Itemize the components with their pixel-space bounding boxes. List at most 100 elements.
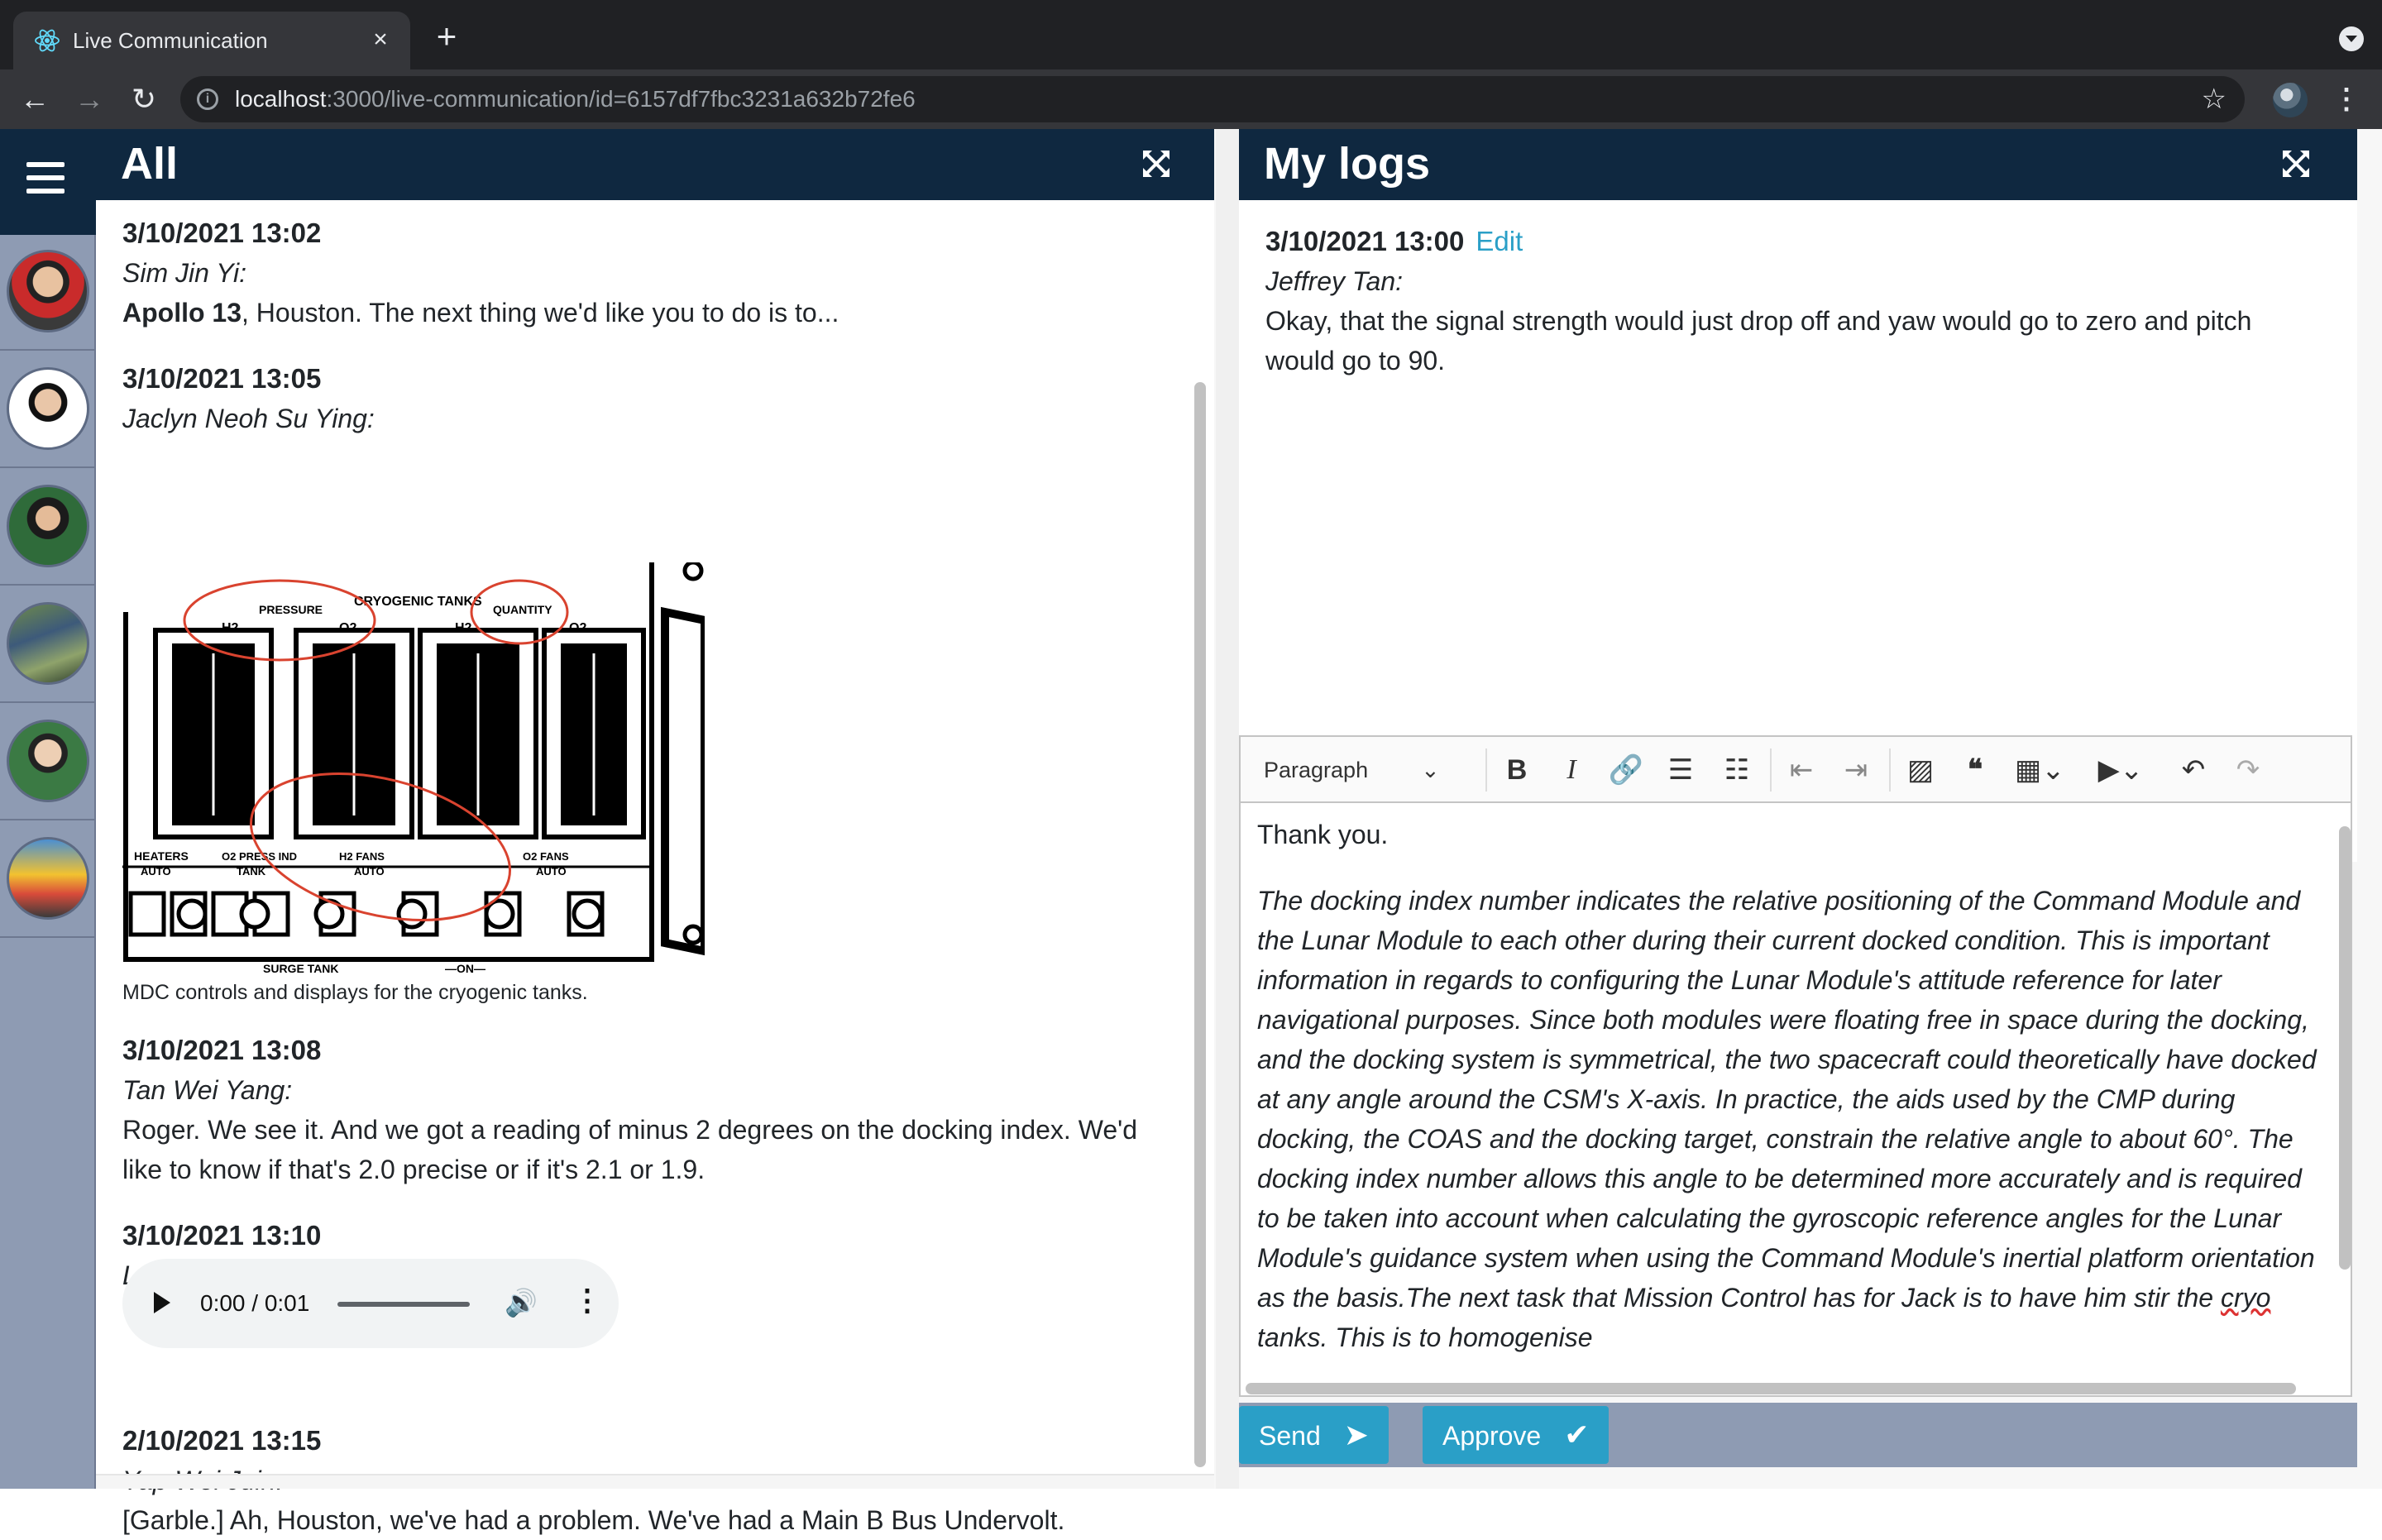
figure-label: TANK [237,865,266,878]
message-time: 3/10/2021 13:05 [122,363,322,394]
sidebar-user-6[interactable] [0,822,96,938]
browser-tab[interactable]: Live Communication × [13,12,410,69]
figure-label: H2 [222,621,239,635]
play-icon[interactable] [154,1292,170,1313]
more-vert-icon[interactable]: ⋮ [572,1284,602,1317]
message-item: 3/10/2021 13:05 Jaclyn Neoh Su Ying: [122,359,1181,438]
my-logs-panel-header: My logs [1239,129,2357,200]
indent-icon[interactable]: ⇥ [1838,753,1874,787]
figure-label: O2 [569,621,586,635]
back-arrow-icon[interactable]: ← [15,79,55,119]
message-body: Roger. We see it. And we got a reading o… [122,1115,1138,1184]
info-icon[interactable]: i [197,88,218,110]
redo-icon[interactable]: ↷ [2230,753,2266,787]
avatar [7,602,89,685]
close-icon[interactable]: × [366,25,395,55]
audio-seek-bar[interactable] [337,1302,470,1307]
plus-icon[interactable]: + [430,19,463,54]
panel-footer-strip [96,1474,1214,1489]
browser-tab-bar: Live Communication × + [0,0,2382,69]
cryogenic-tanks-image[interactable]: CRYOGENIC TANKS PRESSURE QUANTITY H2 O2 … [122,560,709,976]
profile-avatar[interactable] [2273,83,2308,117]
editor-paragraph: Thank you. [1257,820,1389,849]
figure-label: AUTO [354,865,385,878]
scrollbar[interactable] [2339,826,2351,1270]
message-time: 3/10/2021 13:08 [122,1035,322,1065]
log-body: Okay, that the signal strength would jus… [1265,306,2252,375]
tab-search-icon[interactable] [2339,26,2364,51]
figure-label: AUTO [141,865,171,878]
all-panel-header: All [96,129,1214,200]
address-bar[interactable]: i localhost:3000/live-communication/id=6… [180,76,2245,122]
reload-icon[interactable]: ↻ [124,79,164,119]
image-icon[interactable]: ▨ [1902,753,1939,787]
message-time: 2/10/2021 13:15 [122,1425,322,1456]
message-body: [Garble.] Ah, Houston, we've had a probl… [122,1505,1065,1535]
url-text: localhost:3000/live-communication/id=615… [235,86,916,112]
message-author: Jaclyn Neoh Su Ying: [122,404,375,433]
message-author: Tan Wei Yang: [122,1075,293,1105]
scrollbar[interactable] [1194,382,1206,1467]
quote-icon[interactable]: ❝ [1957,753,1993,787]
outdent-icon[interactable]: ⇤ [1783,753,1820,787]
message-time: 3/10/2021 13:10 [122,1220,322,1251]
message-item: 3/10/2021 13:02 Sim Jin Yi: Apollo 13, H… [122,213,1181,332]
editor-content[interactable]: Thank you. The docking index number indi… [1257,815,2324,1377]
rich-text-editor: Paragraph ⌄ B I 🔗 ☰ ☷ ⇤ ⇥ ▨ ❝ ▦⌄ ▶⌄ ↶ ↷ T… [1239,735,2352,1397]
undo-icon[interactable]: ↶ [2175,753,2212,787]
italic-icon[interactable]: I [1553,753,1590,787]
message-item: 3/10/2021 13:08 Tan Wei Yang: Roger. We … [122,1031,1181,1189]
figure-label: O2 PRESS IND [222,850,297,863]
log-time-row: 3/10/2021 13:00 Edit [1265,222,2324,261]
sidebar-user-4[interactable] [0,587,96,703]
more-vert-icon[interactable]: ⋮ [2332,83,2360,116]
app: All 3/10/2021 13:02 Sim Jin Yi: Apollo 1… [0,129,2382,1535]
approve-button[interactable]: Approve ✔ [1423,1406,1610,1464]
figure-label: PRESSURE [259,603,323,616]
bulleted-list-icon[interactable]: ☰ [1662,753,1699,787]
editor-paragraph: The docking index number indicates the r… [1257,886,2317,1352]
hamburger-icon[interactable] [0,129,96,235]
send-icon: ➤ [1343,1418,1369,1452]
volume-icon[interactable]: 🔊 [505,1287,538,1318]
all-messages-panel: 3/10/2021 13:02 Sim Jin Yi: Apollo 13, H… [96,200,1214,1535]
editor-actions: Send ➤ Approve ✔ [1239,1403,2357,1467]
sidebar [0,129,96,1489]
figure-label: —ON— [445,962,485,975]
star-icon[interactable]: ☆ [2202,84,2227,114]
link-icon[interactable]: 🔗 [1608,753,1644,787]
tab-title: Live Communication [73,28,268,53]
message-body: Apollo 13, Houston. The next thing we'd … [122,298,839,328]
bold-icon[interactable]: B [1499,753,1535,787]
edit-link[interactable]: Edit [1476,226,1523,256]
sidebar-user-1[interactable] [0,235,96,351]
audio-player[interactable]: 0:00 / 0:01 🔊 ⋮ [122,1259,619,1348]
browser-toolbar: ← → ↻ i localhost:3000/live-communicatio… [0,69,2382,129]
figure-label: QUANTITY [493,603,552,616]
avatar [7,837,89,920]
checkmark-icon: ✔ [1564,1418,1590,1452]
sidebar-user-2[interactable] [0,352,96,468]
forward-arrow-icon[interactable]: → [69,79,109,119]
figure-label: O2 [339,621,356,635]
expand-icon[interactable] [1140,147,1173,180]
log-author: Jeffrey Tan: [1265,266,1404,296]
figure-label: O2 FANS [523,850,569,863]
avatar [7,720,89,802]
numbered-list-icon[interactable]: ☷ [1719,753,1755,787]
message-author: Sim Jin Yi: [122,258,246,288]
send-button[interactable]: Send ➤ [1239,1406,1389,1464]
media-icon[interactable]: ▶⌄ [2096,753,2145,787]
editor-toolbar: Paragraph ⌄ B I 🔗 ☰ ☷ ⇤ ⇥ ▨ ❝ ▦⌄ ▶⌄ ↶ ↷ [1241,737,2351,803]
expand-icon[interactable] [2279,147,2313,180]
sidebar-user-5[interactable] [0,705,96,820]
figure-label: HEATERS [134,849,189,863]
sidebar-user-3[interactable] [0,470,96,586]
table-icon[interactable]: ▦⌄ [2015,753,2065,787]
figure-label: H2 FANS [339,850,385,863]
panel-divider [1216,129,1239,1489]
horizontal-scrollbar[interactable] [1246,1383,2296,1394]
audio-time: 0:00 / 0:01 [200,1290,310,1316]
avatar [7,367,89,450]
block-format-dropdown[interactable]: Paragraph ⌄ [1264,753,1440,787]
